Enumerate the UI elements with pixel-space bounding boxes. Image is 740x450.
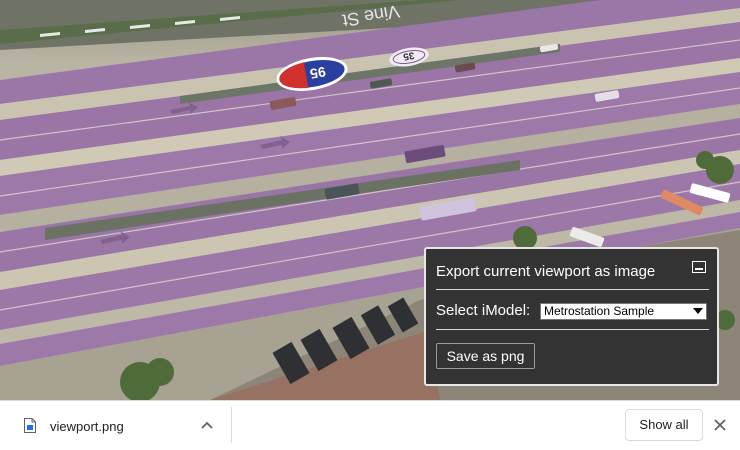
imodel-select-value: Metrostation Sample [544, 304, 655, 318]
select-imodel-label: Select iModel: [436, 302, 531, 319]
close-icon[interactable] [713, 418, 727, 432]
download-bar: viewport.png Show all [0, 400, 740, 450]
imodel-select[interactable]: Metrostation Sample [540, 303, 707, 320]
download-bar-divider [231, 407, 232, 443]
highway-shield-number: 95 [309, 64, 327, 82]
chevron-down-icon [693, 308, 703, 314]
save-as-png-button[interactable]: Save as png [436, 343, 535, 369]
minimize-icon[interactable] [692, 261, 706, 273]
show-all-button[interactable]: Show all [625, 409, 703, 441]
chevron-up-icon[interactable] [201, 420, 213, 430]
download-file-name[interactable]: viewport.png [50, 419, 124, 434]
divider [436, 329, 709, 330]
widget-title: Export current viewport as image [436, 263, 656, 280]
export-viewport-widget: Export current viewport as image Select … [424, 247, 719, 386]
file-icon[interactable] [24, 418, 36, 433]
divider [436, 289, 709, 290]
